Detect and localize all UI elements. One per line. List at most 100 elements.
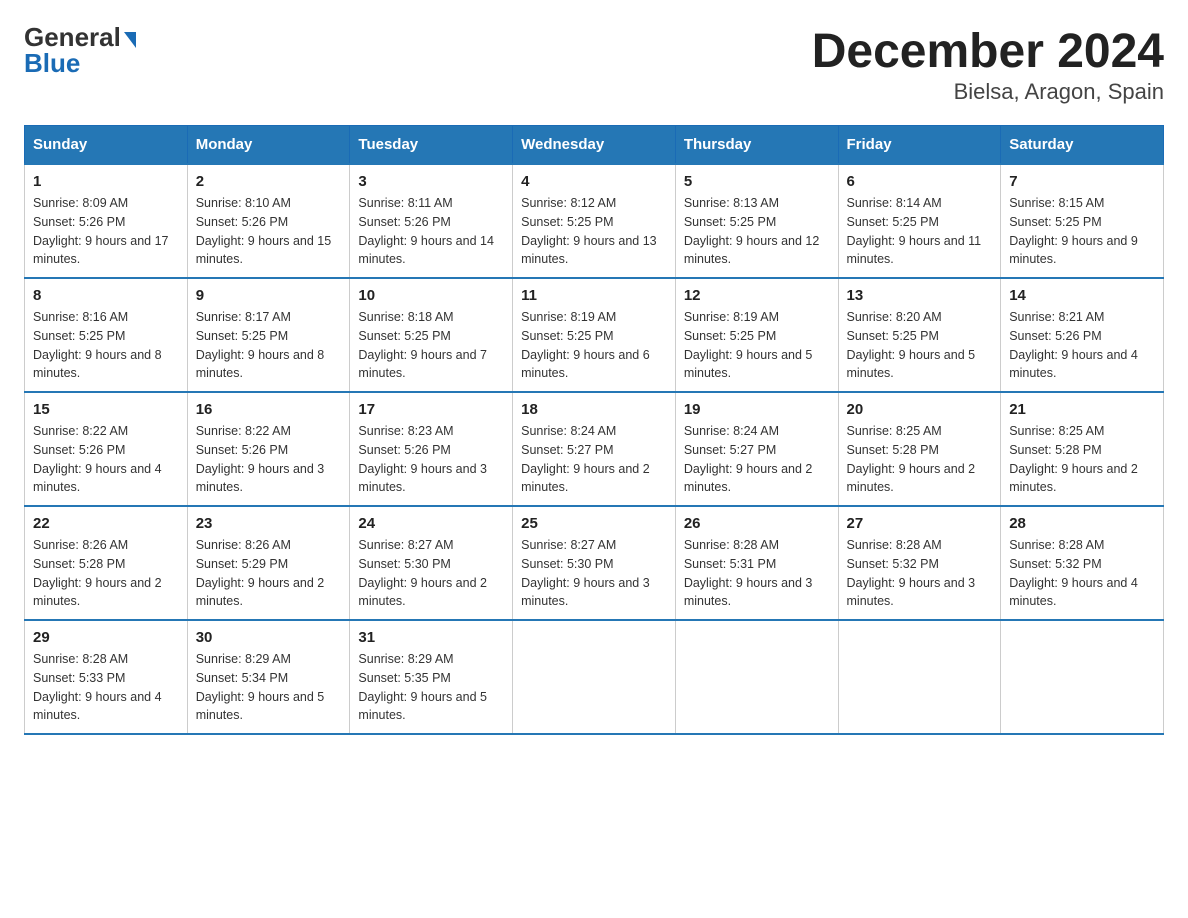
- calendar-cell: 24Sunrise: 8:27 AMSunset: 5:30 PMDayligh…: [350, 506, 513, 620]
- day-info: Sunrise: 8:12 AMSunset: 5:25 PMDaylight:…: [521, 194, 667, 269]
- calendar-cell: 1 Sunrise: 8:09 AMSunset: 5:26 PMDaylight…: [25, 164, 188, 278]
- day-info: Sunrise: 8:29 AMSunset: 5:35 PMDaylight:…: [358, 650, 504, 725]
- calendar-cell: 17 Sunrise: 8:23 AMSunset: 5:26 PMDayligh…: [350, 392, 513, 506]
- calendar-cell: 28Sunrise: 8:28 AMSunset: 5:32 PMDayligh…: [1001, 506, 1164, 620]
- day-number: 13: [847, 287, 993, 304]
- day-info: Sunrise: 8:11 AMSunset: 5:26 PMDaylight:…: [358, 194, 504, 269]
- day-number: 29: [33, 629, 179, 646]
- day-info: Sunrise: 8:23 AMSunset: 5:26 PMDaylight:…: [358, 422, 504, 497]
- day-number: 30: [196, 629, 342, 646]
- calendar-cell: 7 Sunrise: 8:15 AMSunset: 5:25 PMDaylight…: [1001, 164, 1164, 278]
- day-number: 7: [1009, 173, 1155, 190]
- header-wednesday: Wednesday: [513, 126, 676, 165]
- header-saturday: Saturday: [1001, 126, 1164, 165]
- header-tuesday: Tuesday: [350, 126, 513, 165]
- day-info: Sunrise: 8:18 AMSunset: 5:25 PMDaylight:…: [358, 308, 504, 383]
- day-number: 31: [358, 629, 504, 646]
- calendar-cell: 30Sunrise: 8:29 AMSunset: 5:34 PMDayligh…: [187, 620, 350, 734]
- calendar-location: Bielsa, Aragon, Spain: [812, 79, 1164, 105]
- calendar-cell: 2Sunrise: 8:10 AMSunset: 5:26 PMDaylight…: [187, 164, 350, 278]
- calendar-title: December 2024: [812, 24, 1164, 79]
- page-header: General Blue December 2024 Bielsa, Arago…: [24, 24, 1164, 105]
- day-info: Sunrise: 8:26 AMSunset: 5:28 PMDaylight:…: [33, 536, 179, 611]
- calendar-cell: 25Sunrise: 8:27 AMSunset: 5:30 PMDayligh…: [513, 506, 676, 620]
- calendar-cell: 26 Sunrise: 8:28 AMSunset: 5:31 PMDayligh…: [675, 506, 838, 620]
- day-info: Sunrise: 8:17 AMSunset: 5:25 PMDaylight:…: [196, 308, 342, 383]
- header-friday: Friday: [838, 126, 1001, 165]
- day-number: 18: [521, 401, 667, 418]
- calendar-cell: 12 Sunrise: 8:19 AMSunset: 5:25 PMDayligh…: [675, 278, 838, 392]
- header-sunday: Sunday: [25, 126, 188, 165]
- calendar-cell: 23 Sunrise: 8:26 AMSunset: 5:29 PMDayligh…: [187, 506, 350, 620]
- calendar-header-row: SundayMondayTuesdayWednesdayThursdayFrid…: [25, 126, 1164, 165]
- day-info: Sunrise: 8:19 AMSunset: 5:25 PMDaylight:…: [521, 308, 667, 383]
- calendar-cell: 6Sunrise: 8:14 AMSunset: 5:25 PMDaylight…: [838, 164, 1001, 278]
- day-info: Sunrise: 8:22 AMSunset: 5:26 PMDaylight:…: [196, 422, 342, 497]
- title-block: December 2024 Bielsa, Aragon, Spain: [812, 24, 1164, 105]
- calendar-cell: 4 Sunrise: 8:12 AMSunset: 5:25 PMDaylight…: [513, 164, 676, 278]
- calendar-cell: 21 Sunrise: 8:25 AMSunset: 5:28 PMDayligh…: [1001, 392, 1164, 506]
- calendar-cell: 19 Sunrise: 8:24 AMSunset: 5:27 PMDayligh…: [675, 392, 838, 506]
- day-number: 26: [684, 515, 830, 532]
- day-number: 20: [847, 401, 993, 418]
- day-number: 25: [521, 515, 667, 532]
- day-info: Sunrise: 8:14 AMSunset: 5:25 PMDaylight:…: [847, 194, 993, 269]
- day-number: 4: [521, 173, 667, 190]
- day-number: 5: [684, 173, 830, 190]
- day-info: Sunrise: 8:19 AMSunset: 5:25 PMDaylight:…: [684, 308, 830, 383]
- calendar-cell: 3 Sunrise: 8:11 AMSunset: 5:26 PMDaylight…: [350, 164, 513, 278]
- day-info: Sunrise: 8:16 AMSunset: 5:25 PMDaylight:…: [33, 308, 179, 383]
- calendar-cell: [675, 620, 838, 734]
- day-number: 16: [196, 401, 342, 418]
- calendar-cell: [513, 620, 676, 734]
- calendar-week-row: 1 Sunrise: 8:09 AMSunset: 5:26 PMDaylight…: [25, 164, 1164, 278]
- day-number: 8: [33, 287, 179, 304]
- day-number: 24: [358, 515, 504, 532]
- calendar-week-row: 15 Sunrise: 8:22 AMSunset: 5:26 PMDayligh…: [25, 392, 1164, 506]
- calendar-cell: 5 Sunrise: 8:13 AMSunset: 5:25 PMDaylight…: [675, 164, 838, 278]
- day-info: Sunrise: 8:24 AMSunset: 5:27 PMDaylight:…: [521, 422, 667, 497]
- day-number: 1: [33, 173, 179, 190]
- day-number: 23: [196, 515, 342, 532]
- calendar-cell: 27 Sunrise: 8:28 AMSunset: 5:32 PMDayligh…: [838, 506, 1001, 620]
- day-number: 12: [684, 287, 830, 304]
- day-number: 19: [684, 401, 830, 418]
- calendar-week-row: 22Sunrise: 8:26 AMSunset: 5:28 PMDayligh…: [25, 506, 1164, 620]
- calendar-cell: 11Sunrise: 8:19 AMSunset: 5:25 PMDayligh…: [513, 278, 676, 392]
- day-number: 15: [33, 401, 179, 418]
- day-info: Sunrise: 8:26 AMSunset: 5:29 PMDaylight:…: [196, 536, 342, 611]
- calendar-week-row: 29 Sunrise: 8:28 AMSunset: 5:33 PMDayligh…: [25, 620, 1164, 734]
- day-info: Sunrise: 8:09 AMSunset: 5:26 PMDaylight:…: [33, 194, 179, 269]
- calendar-cell: 10 Sunrise: 8:18 AMSunset: 5:25 PMDayligh…: [350, 278, 513, 392]
- day-info: Sunrise: 8:13 AMSunset: 5:25 PMDaylight:…: [684, 194, 830, 269]
- day-info: Sunrise: 8:22 AMSunset: 5:26 PMDaylight:…: [33, 422, 179, 497]
- day-number: 3: [358, 173, 504, 190]
- day-number: 10: [358, 287, 504, 304]
- day-number: 9: [196, 287, 342, 304]
- day-number: 27: [847, 515, 993, 532]
- day-number: 28: [1009, 515, 1155, 532]
- day-info: Sunrise: 8:25 AMSunset: 5:28 PMDaylight:…: [1009, 422, 1155, 497]
- day-info: Sunrise: 8:25 AMSunset: 5:28 PMDaylight:…: [847, 422, 993, 497]
- day-info: Sunrise: 8:21 AMSunset: 5:26 PMDaylight:…: [1009, 308, 1155, 383]
- calendar-cell: 15 Sunrise: 8:22 AMSunset: 5:26 PMDayligh…: [25, 392, 188, 506]
- calendar-cell: 22Sunrise: 8:26 AMSunset: 5:28 PMDayligh…: [25, 506, 188, 620]
- calendar-week-row: 8 Sunrise: 8:16 AMSunset: 5:25 PMDaylight…: [25, 278, 1164, 392]
- calendar-cell: 31 Sunrise: 8:29 AMSunset: 5:35 PMDayligh…: [350, 620, 513, 734]
- day-info: Sunrise: 8:24 AMSunset: 5:27 PMDaylight:…: [684, 422, 830, 497]
- day-info: Sunrise: 8:10 AMSunset: 5:26 PMDaylight:…: [196, 194, 342, 269]
- calendar-cell: 9 Sunrise: 8:17 AMSunset: 5:25 PMDaylight…: [187, 278, 350, 392]
- calendar-cell: [1001, 620, 1164, 734]
- day-number: 21: [1009, 401, 1155, 418]
- calendar-cell: 8 Sunrise: 8:16 AMSunset: 5:25 PMDaylight…: [25, 278, 188, 392]
- day-info: Sunrise: 8:28 AMSunset: 5:31 PMDaylight:…: [684, 536, 830, 611]
- calendar-cell: 13Sunrise: 8:20 AMSunset: 5:25 PMDayligh…: [838, 278, 1001, 392]
- day-info: Sunrise: 8:28 AMSunset: 5:33 PMDaylight:…: [33, 650, 179, 725]
- day-info: Sunrise: 8:15 AMSunset: 5:25 PMDaylight:…: [1009, 194, 1155, 269]
- day-number: 14: [1009, 287, 1155, 304]
- day-number: 17: [358, 401, 504, 418]
- calendar-cell: 18 Sunrise: 8:24 AMSunset: 5:27 PMDayligh…: [513, 392, 676, 506]
- day-info: Sunrise: 8:28 AMSunset: 5:32 PMDaylight:…: [847, 536, 993, 611]
- logo-arrow-icon: [124, 32, 136, 48]
- calendar-cell: 29 Sunrise: 8:28 AMSunset: 5:33 PMDayligh…: [25, 620, 188, 734]
